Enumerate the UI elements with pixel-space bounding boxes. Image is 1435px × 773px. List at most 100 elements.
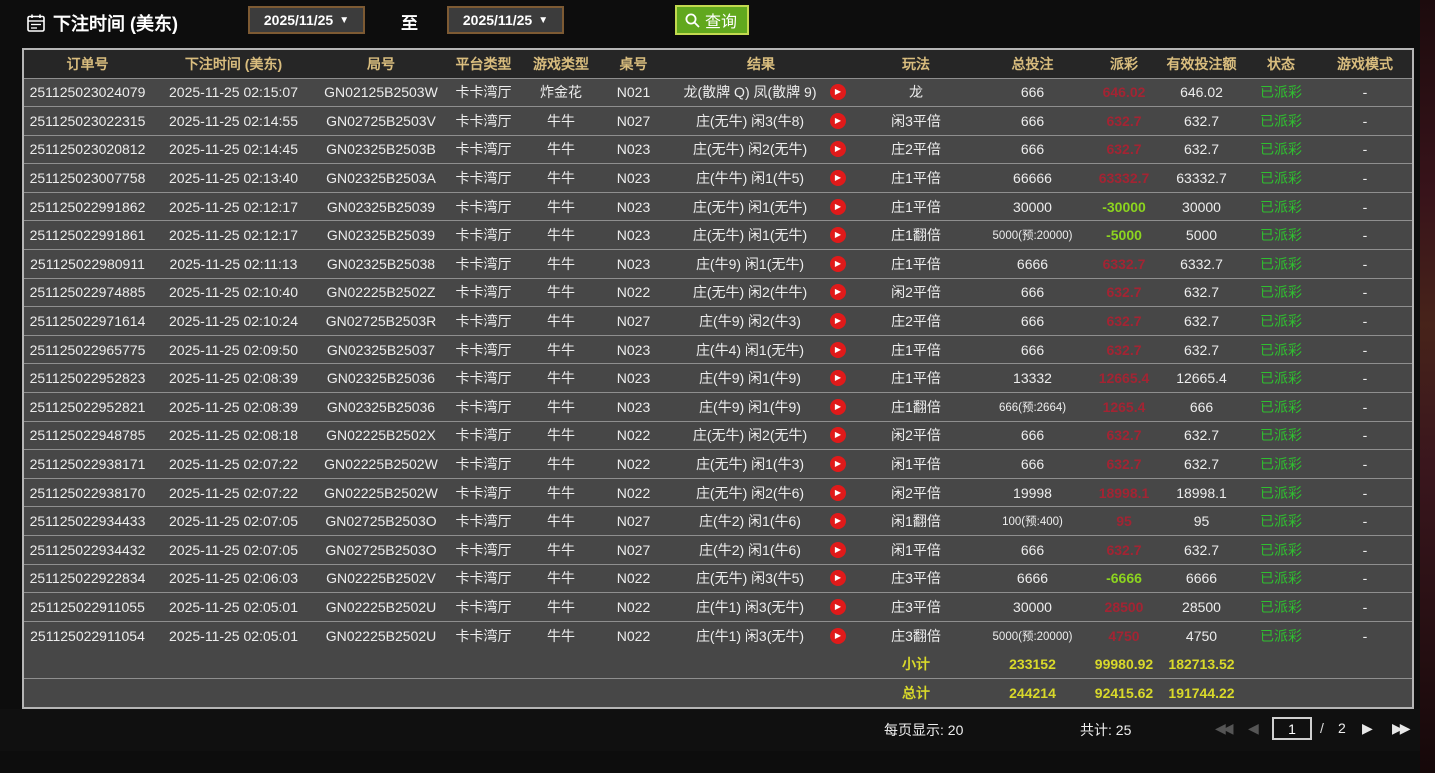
pagination-bar: 每页显示: 20 共计: 25 ◀◀ ◀ / 2 ▶ ▶▶ [0,709,1435,751]
cell-payout: 632.7 [1089,135,1159,164]
total-payout: 92415.62 [1089,678,1159,707]
replay-icon[interactable]: ▶ [830,485,846,501]
cell-round-id: GN02725B2503V [316,107,446,136]
cell-total-bet: 666 [976,450,1089,479]
date-from-select[interactable]: 2025/11/25 ▼ [248,6,365,34]
cell-payout: 632.7 [1089,335,1159,364]
cell-game-type: 牛牛 [521,478,601,507]
query-button[interactable]: 查询 [675,5,749,35]
cell-game-type: 牛牛 [521,307,601,336]
total-row: 总计 244214 92415.62 191744.22 [24,678,1412,707]
cell-game-mode: - [1318,536,1412,565]
cell-round-id: GN02225B2502Z [316,278,446,307]
header-play: 玩法 [856,50,976,78]
cell-valid-bet: 646.02 [1159,78,1244,107]
cell-game-mode: - [1318,307,1412,336]
header-platform: 平台类型 [446,50,521,78]
date-to-select[interactable]: 2025/11/25 ▼ [447,6,564,34]
replay-icon[interactable]: ▶ [830,399,846,415]
next-page-icon[interactable]: ▶ [1362,720,1373,737]
cell-result: 庄(牛9) 闲2(牛3) ▶ [666,307,856,336]
cell-bet-time: 2025-11-25 02:11:13 [151,250,316,279]
replay-icon[interactable]: ▶ [830,284,846,300]
cell-total-bet: 100(预:400) [976,507,1089,536]
result-text: 庄(无牛) 闲2(无牛) [693,141,807,157]
cell-platform: 卡卡湾厅 [446,107,521,136]
subtotal-payout: 99980.92 [1089,650,1159,679]
result-text: 庄(牛2) 闲1(牛6) [699,542,801,558]
cell-table-no: N023 [601,364,666,393]
replay-icon[interactable]: ▶ [830,456,846,472]
cell-round-id: GN02325B25037 [316,335,446,364]
replay-icon[interactable]: ▶ [830,227,846,243]
cell-round-id: GN02325B2503B [316,135,446,164]
replay-icon[interactable]: ▶ [830,113,846,129]
cell-valid-bet: 632.7 [1159,135,1244,164]
replay-icon[interactable]: ▶ [830,513,846,529]
cell-platform: 卡卡湾厅 [446,250,521,279]
replay-icon[interactable]: ▶ [830,256,846,272]
page-number-input[interactable] [1272,717,1312,740]
cell-platform: 卡卡湾厅 [446,192,521,221]
cell-result: 庄(无牛) 闲1(无牛) ▶ [666,221,856,250]
prev-page-icon[interactable]: ◀ [1248,720,1259,737]
cell-valid-bet: 632.7 [1159,107,1244,136]
table-row: 251125022965775 2025-11-25 02:09:50 GN02… [24,335,1412,364]
cell-order-id: 251125022922834 [24,564,151,593]
cell-status: 已派彩 [1244,192,1318,221]
cell-payout: -5000 [1089,221,1159,250]
cell-payout: 28500 [1089,593,1159,622]
replay-icon[interactable]: ▶ [830,628,846,644]
cell-play: 庄1平倍 [856,364,976,393]
cell-result: 庄(无牛) 闲2(无牛) ▶ [666,421,856,450]
subtotal-row: 小计 233152 99980.92 182713.52 [24,650,1412,679]
cell-total-bet: 5000(预:20000) [976,221,1089,250]
table-row: 251125022974885 2025-11-25 02:10:40 GN02… [24,278,1412,307]
table-row: 251125022948785 2025-11-25 02:08:18 GN02… [24,421,1412,450]
first-page-icon[interactable]: ◀◀ [1215,720,1231,737]
header-game-mode: 游戏模式 [1318,50,1412,78]
table-row: 251125022952821 2025-11-25 02:08:39 GN02… [24,393,1412,422]
replay-icon[interactable]: ▶ [830,84,846,100]
replay-icon[interactable]: ▶ [830,599,846,615]
cell-status: 已派彩 [1244,507,1318,536]
cell-payout: 63332.7 [1089,164,1159,193]
header-round-id: 局号 [316,50,446,78]
cell-game-type: 牛牛 [521,507,601,536]
replay-icon[interactable]: ▶ [830,370,846,386]
replay-icon[interactable]: ▶ [830,170,846,186]
cell-game-mode: - [1318,278,1412,307]
cell-payout: 632.7 [1089,278,1159,307]
result-text: 庄(牛2) 闲1(牛6) [699,513,801,529]
cell-status: 已派彩 [1244,564,1318,593]
cell-bet-time: 2025-11-25 02:10:40 [151,278,316,307]
result-text: 庄(无牛) 闲1(无牛) [693,199,807,215]
right-edge-decoration [1420,0,1435,773]
cell-game-type: 牛牛 [521,621,601,650]
cell-payout: 12665.4 [1089,364,1159,393]
cell-play: 闲2平倍 [856,478,976,507]
cell-table-no: N022 [601,450,666,479]
cell-result: 庄(无牛) 闲1(无牛) ▶ [666,192,856,221]
cell-play: 闲1平倍 [856,536,976,565]
replay-icon[interactable]: ▶ [830,570,846,586]
replay-icon[interactable]: ▶ [830,141,846,157]
cell-game-type: 牛牛 [521,450,601,479]
header-status: 状态 [1244,50,1318,78]
table-row: 251125023024079 2025-11-25 02:15:07 GN02… [24,78,1412,107]
replay-icon[interactable]: ▶ [830,199,846,215]
cell-game-type: 牛牛 [521,564,601,593]
replay-icon[interactable]: ▶ [830,427,846,443]
cell-play: 庄3翻倍 [856,621,976,650]
replay-icon[interactable]: ▶ [830,313,846,329]
cell-platform: 卡卡湾厅 [446,221,521,250]
replay-icon[interactable]: ▶ [830,542,846,558]
date-range-to-label: 至 [401,9,418,34]
cell-table-no: N022 [601,278,666,307]
cell-status: 已派彩 [1244,307,1318,336]
last-page-icon[interactable]: ▶▶ [1392,720,1408,737]
cell-order-id: 251125022980911 [24,250,151,279]
cell-valid-bet: 632.7 [1159,278,1244,307]
cell-valid-bet: 632.7 [1159,307,1244,336]
replay-icon[interactable]: ▶ [830,342,846,358]
